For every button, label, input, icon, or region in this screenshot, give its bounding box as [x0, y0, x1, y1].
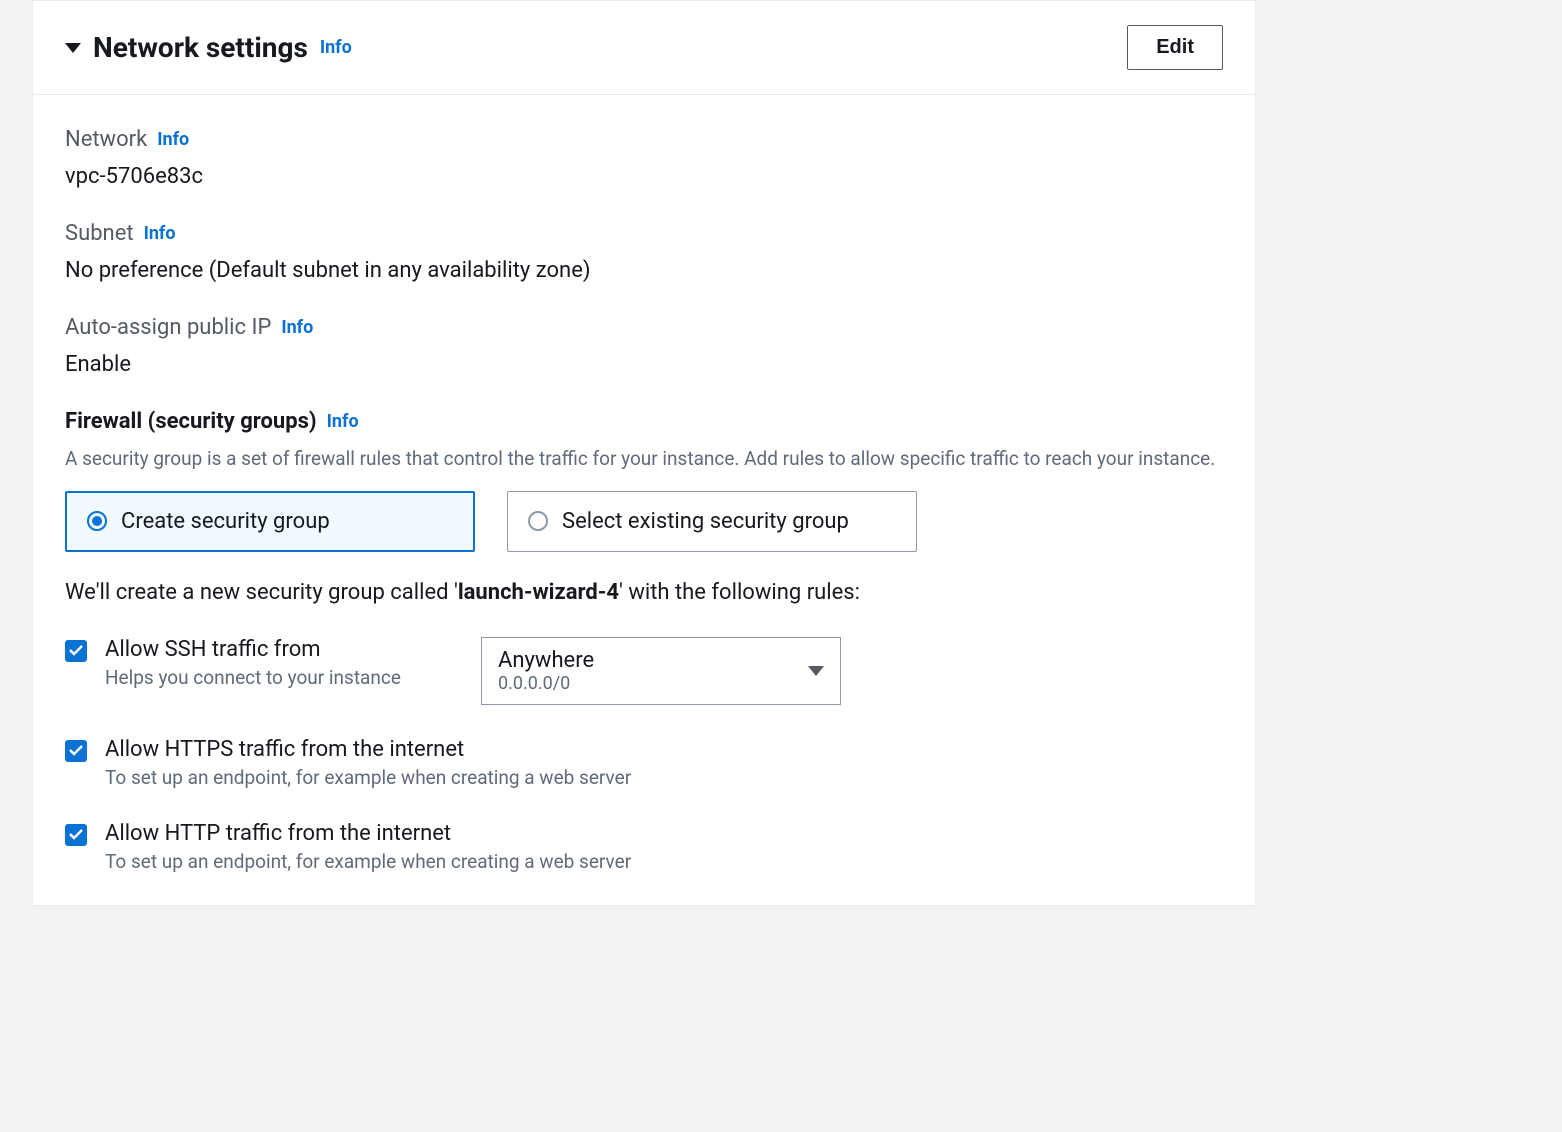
check-icon [69, 829, 83, 840]
info-link-auto-assign[interactable]: Info [281, 317, 313, 338]
sg-name: launch-wizard-4 [458, 580, 619, 605]
https-checkbox[interactable] [65, 740, 87, 762]
sg-create-note: We'll create a new security group called… [65, 580, 1223, 605]
select-sg-label: Select existing security group [562, 509, 849, 534]
subnet-label: Subnet [65, 221, 134, 246]
network-label: Network [65, 127, 147, 152]
http-rule-label: Allow HTTP traffic from the internet [105, 821, 631, 846]
http-rule-help: To set up an endpoint, for example when … [105, 850, 631, 873]
panel-title-row[interactable]: Network settings Info [65, 31, 352, 64]
subnet-field: Subnet Info No preference (Default subne… [65, 221, 1223, 283]
ssh-source-select[interactable]: Anywhere 0.0.0.0/0 [481, 637, 841, 705]
radio-icon [87, 511, 107, 531]
ssh-checkbox[interactable] [65, 640, 87, 662]
http-rule-row: Allow HTTP traffic from the internet To … [65, 821, 1223, 873]
network-field: Network Info vpc-5706e83c [65, 127, 1223, 189]
ssh-rule-row: Allow SSH traffic from Helps you connect… [65, 637, 1223, 705]
panel-title: Network settings [93, 31, 308, 64]
network-value: vpc-5706e83c [65, 164, 1223, 189]
info-link-firewall[interactable]: Info [327, 411, 359, 432]
panel-body: Network Info vpc-5706e83c Subnet Info No… [33, 95, 1255, 905]
ssh-rule-label: Allow SSH traffic from [105, 637, 445, 662]
https-rule-help: To set up an endpoint, for example when … [105, 766, 631, 789]
caret-down-icon [808, 666, 824, 676]
firewall-section: Firewall (security groups) Info A securi… [65, 409, 1223, 873]
subnet-value: No preference (Default subnet in any ava… [65, 258, 1223, 283]
info-link-header[interactable]: Info [320, 37, 352, 58]
create-sg-label: Create security group [121, 509, 330, 534]
caret-down-icon [65, 43, 81, 53]
auto-assign-value: Enable [65, 352, 1223, 377]
radio-icon [528, 511, 548, 531]
auto-assign-field: Auto-assign public IP Info Enable [65, 315, 1223, 377]
ssh-rule-help: Helps you connect to your instance [105, 666, 445, 689]
https-rule-label: Allow HTTPS traffic from the internet [105, 737, 631, 762]
edit-button[interactable]: Edit [1127, 25, 1223, 70]
info-link-subnet[interactable]: Info [144, 223, 176, 244]
ssh-source-primary: Anywhere [498, 648, 594, 673]
firewall-description: A security group is a set of firewall ru… [65, 446, 1223, 473]
https-rule-row: Allow HTTPS traffic from the internet To… [65, 737, 1223, 789]
firewall-heading: Firewall (security groups) [65, 409, 317, 434]
select-sg-radio[interactable]: Select existing security group [507, 491, 917, 552]
ssh-source-secondary: 0.0.0.0/0 [498, 673, 594, 694]
network-settings-panel: Network settings Info Edit Network Info … [32, 0, 1256, 906]
sg-radio-group: Create security group Select existing se… [65, 491, 1223, 552]
check-icon [69, 645, 83, 656]
panel-header: Network settings Info Edit [33, 1, 1255, 95]
check-icon [69, 745, 83, 756]
http-checkbox[interactable] [65, 824, 87, 846]
info-link-network[interactable]: Info [157, 129, 189, 150]
create-sg-radio[interactable]: Create security group [65, 491, 475, 552]
auto-assign-label: Auto-assign public IP [65, 315, 271, 340]
